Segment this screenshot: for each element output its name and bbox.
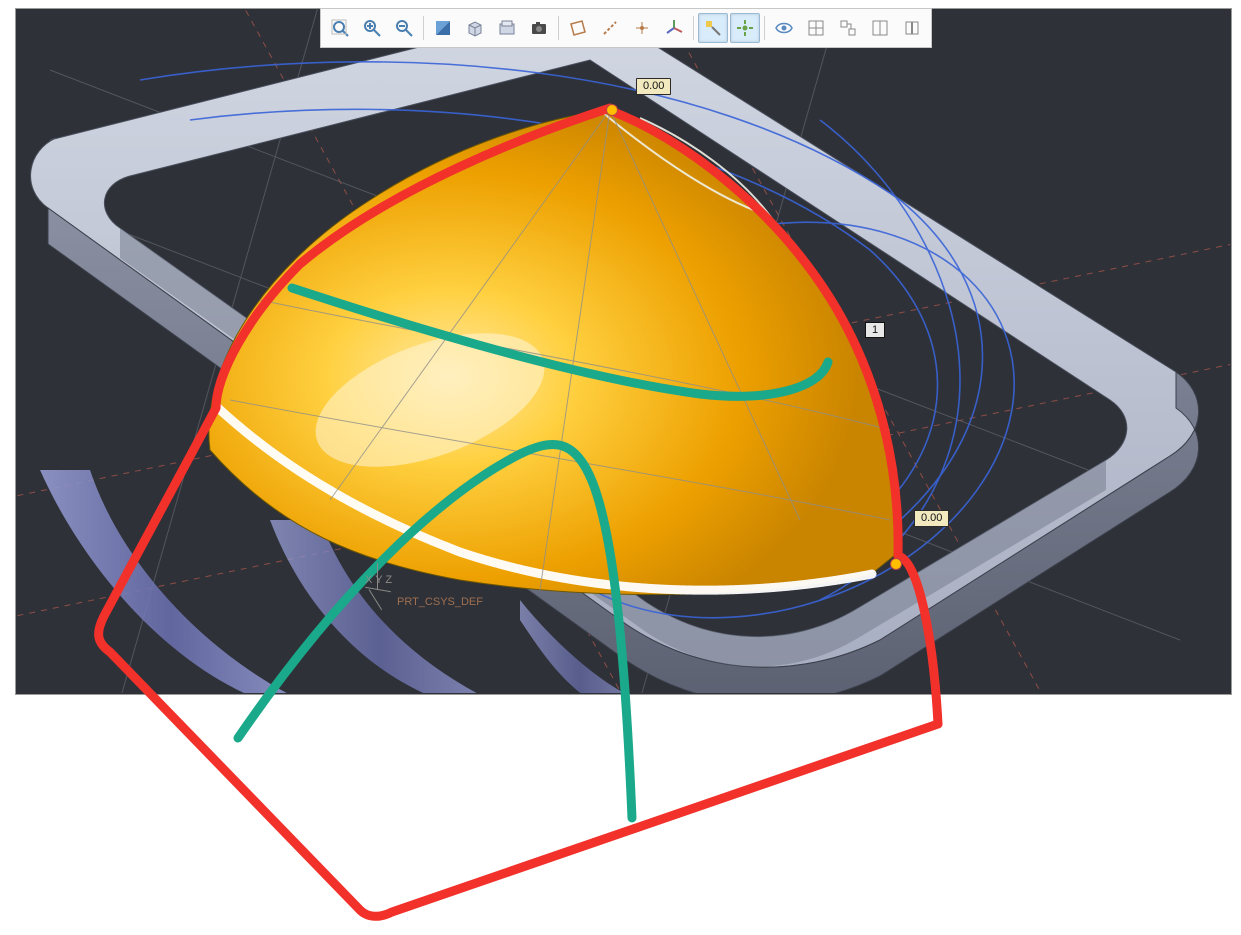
toolbar-separator <box>693 16 694 40</box>
csys-name: PRT_CSYS_DEF <box>397 597 483 608</box>
spin-center-button[interactable] <box>730 13 760 43</box>
toolbar-separator <box>423 16 424 40</box>
handle-index-value: 1 <box>872 324 878 336</box>
zoom-out-button[interactable] <box>389 13 419 43</box>
layers-button[interactable] <box>801 13 831 43</box>
refit-icon <box>330 18 350 38</box>
plane-icon <box>568 18 588 38</box>
views-icon <box>497 18 517 38</box>
datum-point-button[interactable] <box>627 13 657 43</box>
spin-center-icon <box>735 18 755 38</box>
dim-anchor-right <box>890 558 902 570</box>
point-icon <box>632 18 652 38</box>
toolbar-separator <box>558 16 559 40</box>
axis-icon <box>600 18 620 38</box>
camera-icon <box>529 18 549 38</box>
annotation-icon <box>703 18 723 38</box>
annotation-display-button[interactable] <box>698 13 728 43</box>
zoom-in-icon <box>362 18 382 38</box>
model-tree-button[interactable] <box>833 13 863 43</box>
dim-anchor-top <box>606 104 618 116</box>
eye-icon <box>774 18 794 38</box>
csys-x-label: X <box>365 574 372 586</box>
refit-button[interactable] <box>325 13 355 43</box>
perspective-button[interactable] <box>769 13 799 43</box>
zoom-in-button[interactable] <box>357 13 387 43</box>
book-icon <box>902 18 922 38</box>
datum-plane-button[interactable] <box>563 13 593 43</box>
tree-icon <box>838 18 858 38</box>
csys-glyph: X Y Z PRT_CSYS_DEF <box>365 575 392 586</box>
dimension-top[interactable]: 0.00 <box>636 78 671 95</box>
window-tile-button[interactable] <box>865 13 895 43</box>
dimension-right[interactable]: 0.00 <box>914 510 949 527</box>
cube-icon <box>465 18 485 38</box>
image-capture-button[interactable] <box>524 13 554 43</box>
repaint-icon <box>433 18 453 38</box>
zoom-out-icon <box>394 18 414 38</box>
repaint-button[interactable] <box>428 13 458 43</box>
grid-icon <box>806 18 826 38</box>
window-icon <box>870 18 890 38</box>
dimension-right-value: 0.00 <box>921 512 942 524</box>
handle-index-badge[interactable]: 1 <box>865 322 885 338</box>
graphics-toolbar <box>320 8 932 48</box>
display-style-button[interactable] <box>460 13 490 43</box>
csys-icon <box>664 18 684 38</box>
csys-z-label: Z <box>385 574 392 586</box>
toolbar-separator <box>764 16 765 40</box>
dimension-top-value: 0.00 <box>643 80 664 92</box>
datum-axis-button[interactable] <box>595 13 625 43</box>
csys-display-button[interactable] <box>659 13 689 43</box>
saved-views-button[interactable] <box>492 13 522 43</box>
close-window-button[interactable] <box>897 13 927 43</box>
viewport-3d[interactable] <box>15 8 1232 695</box>
